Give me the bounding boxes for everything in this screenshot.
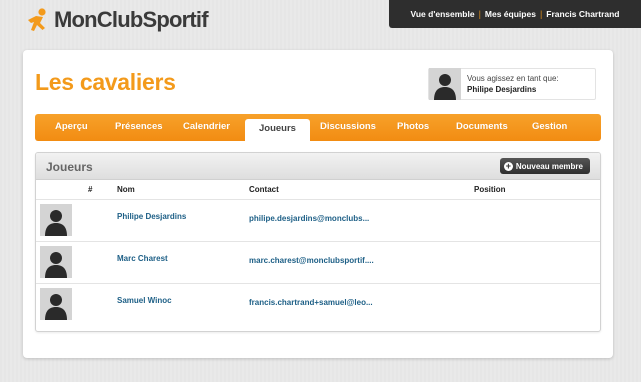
new-member-label: Nouveau membre: [515, 161, 583, 171]
players-panel-title: Joueurs: [46, 160, 93, 174]
runner-logo-icon: [28, 8, 46, 31]
table-row[interactable]: Philipe Desjardins philipe.desjardins@mo…: [36, 200, 600, 242]
topnav-overview-link[interactable]: Vue d'ensemble: [407, 9, 479, 19]
tab-discussions[interactable]: Discussions: [320, 121, 376, 132]
section-tabs: Aperçu Présences Calendrier Joueurs Disc…: [35, 114, 601, 141]
acting-as-label: Vous agissez en tant que:: [467, 74, 559, 83]
player-name-link[interactable]: Marc Charest: [117, 254, 168, 263]
player-contact-link[interactable]: marc.charest@monclubsportif....: [249, 256, 374, 265]
column-number: #: [88, 185, 93, 194]
brand-logo[interactable]: MonClubSportif: [25, 6, 209, 34]
tab-documents[interactable]: Documents: [456, 121, 508, 132]
topnav-my-teams-link[interactable]: Mes équipes: [481, 9, 540, 19]
table-header: # Nom Contact Position: [36, 180, 600, 200]
tab-presences[interactable]: Présences: [115, 121, 163, 132]
user-silhouette-icon: [40, 204, 72, 236]
table-row[interactable]: Samuel Winoc francis.chartrand+samuel@le…: [36, 284, 600, 326]
tab-photos[interactable]: Photos: [397, 121, 429, 132]
main-card: Les cavaliers Vous agissez en tant que: …: [23, 50, 613, 358]
acting-as-box[interactable]: Vous agissez en tant que: Philipe Desjar…: [428, 68, 596, 100]
tab-gestion[interactable]: Gestion: [532, 121, 567, 132]
player-name-link[interactable]: Samuel Winoc: [117, 296, 172, 305]
player-name-link[interactable]: Philipe Desjardins: [117, 212, 186, 221]
new-member-button[interactable]: + Nouveau membre: [499, 158, 590, 174]
top-navigation: Vue d'ensemble | Mes équipes | Francis C…: [389, 0, 641, 28]
column-position: Position: [474, 185, 506, 194]
players-panel-header: Joueurs + Nouveau membre: [36, 153, 600, 180]
players-panel: Joueurs + Nouveau membre # Nom Contact P…: [35, 152, 601, 332]
user-silhouette-icon: [429, 68, 461, 100]
column-name: Nom: [117, 185, 135, 194]
plus-icon: +: [503, 160, 513, 171]
brand-name: MonClubSportif: [54, 7, 209, 32]
tab-joueurs[interactable]: Joueurs: [245, 119, 310, 141]
page-title: Les cavaliers: [35, 69, 176, 95]
table-row[interactable]: Marc Charest marc.charest@monclubsportif…: [36, 242, 600, 284]
player-contact-link[interactable]: francis.chartrand+samuel@leo...: [249, 298, 373, 307]
player-contact-link[interactable]: philipe.desjardins@monclubs...: [249, 214, 369, 223]
user-silhouette-icon: [40, 288, 72, 320]
column-contact: Contact: [249, 185, 279, 194]
tab-calendrier[interactable]: Calendrier: [183, 121, 230, 132]
acting-as-name: Philipe Desjardins: [467, 85, 537, 94]
topnav-user-link[interactable]: Francis Chartrand: [542, 9, 623, 19]
user-silhouette-icon: [40, 246, 72, 278]
tab-apercu[interactable]: Aperçu: [55, 121, 88, 132]
